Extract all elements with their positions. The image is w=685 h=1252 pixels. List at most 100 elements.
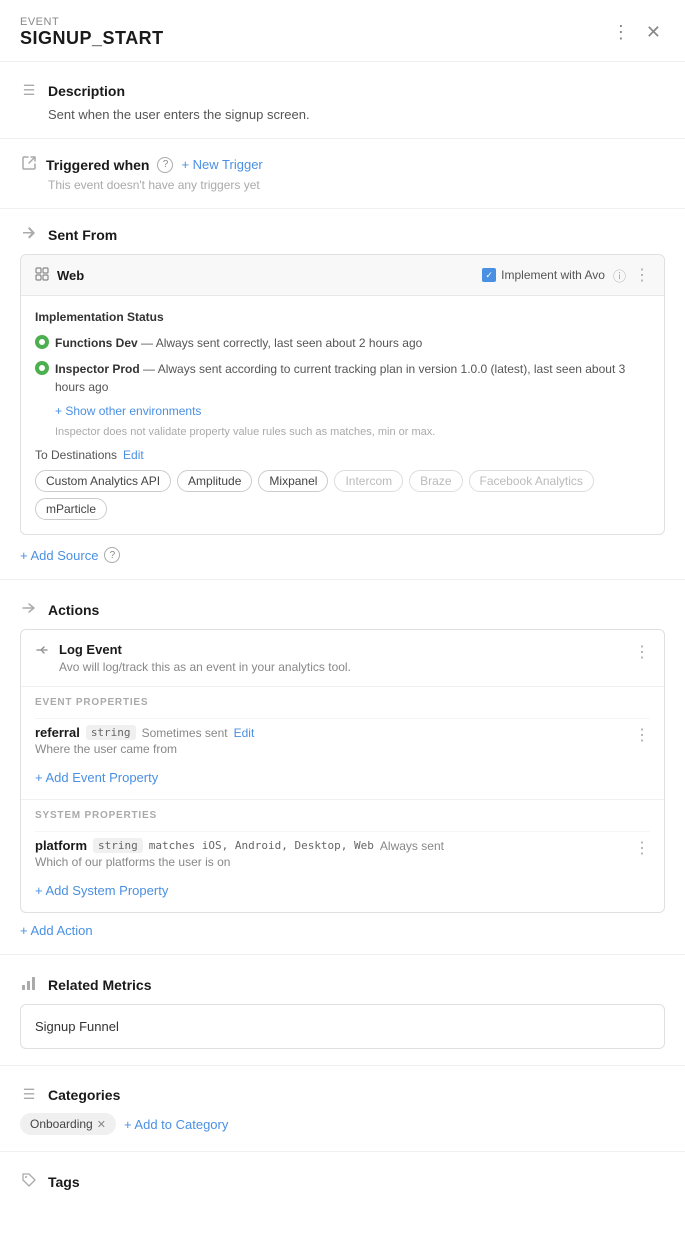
more-options-button[interactable]: ⋮: [608, 18, 634, 47]
referral-more-icon[interactable]: ⋮: [634, 725, 650, 745]
add-source-help-icon[interactable]: ?: [104, 547, 120, 563]
sent-from-icon: [20, 225, 38, 244]
actions-section: Actions Log Event Avo will log/track thi…: [0, 580, 685, 938]
add-system-property-button[interactable]: + Add System Property: [35, 875, 650, 902]
tags-header: Tags: [20, 1172, 665, 1191]
env1-name: Functions Dev: [55, 336, 138, 350]
dest-tag-braze: Braze: [409, 470, 462, 492]
description-header: ☰ Description: [20, 82, 665, 99]
web-source-card: Web ✓ Implement with Avo ⓘ ⋮ Implementat…: [20, 254, 665, 535]
tags-section: Tags: [0, 1152, 685, 1215]
description-text: Sent when the user enters the signup scr…: [20, 107, 665, 122]
referral-prop-name: referral: [35, 725, 80, 740]
categories-icon: ☰: [20, 1086, 38, 1103]
env1-status-dot-inner: [39, 339, 45, 345]
signup-funnel-name: Signup Funnel: [35, 1019, 119, 1034]
signup-funnel-card[interactable]: Signup Funnel: [20, 1004, 665, 1049]
env2-status-text: Inspector Prod — Always sent according t…: [55, 360, 650, 396]
add-event-property-button[interactable]: + Add Event Property: [35, 762, 650, 789]
env2-name: Inspector Prod: [55, 362, 140, 376]
event-label: Event: [20, 16, 164, 28]
triggered-section: Triggered when ? + New Trigger This even…: [0, 139, 685, 192]
dest-tag-amplitude: Amplitude: [177, 470, 252, 492]
description-title: Description: [48, 83, 125, 99]
destinations-edit-link[interactable]: Edit: [123, 448, 144, 462]
triggered-header: Triggered when ? + New Trigger: [20, 155, 665, 174]
implement-checkbox[interactable]: ✓ Implement with Avo: [482, 268, 605, 282]
event-properties-section: EVENT PROPERTIES referral string Sometim…: [21, 686, 664, 799]
show-other-environments-link[interactable]: + Show other environments: [55, 404, 650, 418]
referral-edit-link[interactable]: Edit: [234, 726, 255, 740]
dest-tag-mparticle: mParticle: [35, 498, 107, 520]
add-category-button[interactable]: + Add to Category: [124, 1117, 228, 1132]
destinations-label: To Destinations: [35, 448, 117, 462]
platform-prop-sent: Always sent: [380, 839, 444, 853]
event-props-title: EVENT PROPERTIES: [35, 697, 650, 708]
action-more-icon[interactable]: ⋮: [634, 642, 650, 662]
description-icon: ☰: [20, 82, 38, 99]
referral-prop-type: string: [86, 725, 136, 740]
action-info: Log Event Avo will log/track this as an …: [59, 642, 351, 674]
action-card-header: Log Event Avo will log/track this as an …: [21, 630, 664, 686]
action-title: Log Event: [59, 642, 351, 657]
platform-prop-type: string: [93, 838, 143, 853]
onboarding-category-tag: Onboarding ✕: [20, 1113, 116, 1135]
env2-separator: —: [143, 362, 158, 376]
page-header: Event SIGNUP_START ⋮ ✕: [0, 0, 685, 62]
new-trigger-button[interactable]: + New Trigger: [181, 157, 262, 172]
implement-info-icon[interactable]: ⓘ: [613, 266, 626, 285]
dest-tag-facebook-analytics: Facebook Analytics: [469, 470, 594, 492]
env1-status-dot: [35, 335, 49, 349]
log-event-icon: [35, 643, 49, 660]
categories-section: ☰ Categories Onboarding ✕ + Add to Categ…: [0, 1066, 685, 1135]
trigger-icon: [20, 155, 38, 174]
dest-tag-custom-analytics: Custom Analytics API: [35, 470, 171, 492]
env1-status-desc: —: [141, 336, 156, 350]
add-source-button[interactable]: + Add Source: [20, 548, 98, 563]
platform-prop-desc: Which of our platforms the user is on: [35, 855, 444, 869]
source-card-left: Web: [35, 267, 84, 284]
add-source-row: + Add Source ?: [20, 547, 665, 563]
onboarding-category-remove-button[interactable]: ✕: [97, 1118, 106, 1131]
more-icon: ⋮: [612, 22, 630, 43]
tags-icon: [20, 1172, 38, 1191]
env2-status-msg: Always sent according to current trackin…: [55, 362, 625, 394]
inspector-note: Inspector does not validate property val…: [55, 426, 650, 438]
dest-tag-intercom: Intercom: [334, 470, 403, 492]
actions-title: Actions: [48, 602, 99, 618]
platform-prop-name: platform: [35, 838, 87, 853]
platform-name-row: platform string matches iOS, Android, De…: [35, 838, 444, 853]
env2-status-dot-inner: [39, 365, 45, 371]
system-props-title: SYSTEM PROPERTIES: [35, 810, 650, 821]
env1-status-msg: Always sent correctly, last seen about 2…: [156, 336, 423, 350]
header-left: Event SIGNUP_START: [20, 16, 164, 49]
platform-prop-matches: matches iOS, Android, Desktop, Web: [149, 839, 374, 852]
related-metrics-title: Related Metrics: [48, 977, 151, 993]
referral-name-row: referral string Sometimes sent Edit: [35, 725, 254, 740]
sent-from-section: Sent From Web ✓ Implement with Avo: [0, 209, 685, 563]
platform-more-icon[interactable]: ⋮: [634, 838, 650, 858]
event-title: SIGNUP_START: [20, 28, 164, 49]
env1-status-item: Functions Dev — Always sent correctly, l…: [35, 334, 650, 352]
impl-status-title: Implementation Status: [35, 310, 650, 324]
description-section: ☰ Description Sent when the user enters …: [0, 62, 685, 122]
action-card-left: Log Event Avo will log/track this as an …: [35, 642, 351, 674]
triggered-help-icon[interactable]: ?: [157, 157, 173, 173]
checkbox-checked-icon: ✓: [482, 268, 496, 282]
system-properties-section: SYSTEM PROPERTIES platform string matche…: [21, 799, 664, 912]
add-action-button[interactable]: + Add Action: [20, 923, 93, 938]
categories-header: ☰ Categories: [20, 1086, 665, 1103]
tags-title: Tags: [48, 1174, 80, 1190]
log-event-card: Log Event Avo will log/track this as an …: [20, 629, 665, 913]
close-button[interactable]: ✕: [642, 18, 665, 47]
sent-from-title: Sent From: [48, 227, 117, 243]
source-card-right: ✓ Implement with Avo ⓘ ⋮: [482, 265, 650, 285]
action-desc: Avo will log/track this as an event in y…: [59, 660, 351, 674]
source-more-icon[interactable]: ⋮: [634, 265, 650, 285]
referral-prop-left: referral string Sometimes sent Edit Wher…: [35, 725, 254, 756]
source-card-body: Implementation Status Functions Dev — Al…: [21, 296, 664, 534]
related-metrics-icon: [20, 975, 38, 994]
destinations-row: To Destinations Edit: [35, 448, 650, 462]
sent-from-header: Sent From: [20, 225, 665, 244]
env2-status-dot: [35, 361, 49, 375]
